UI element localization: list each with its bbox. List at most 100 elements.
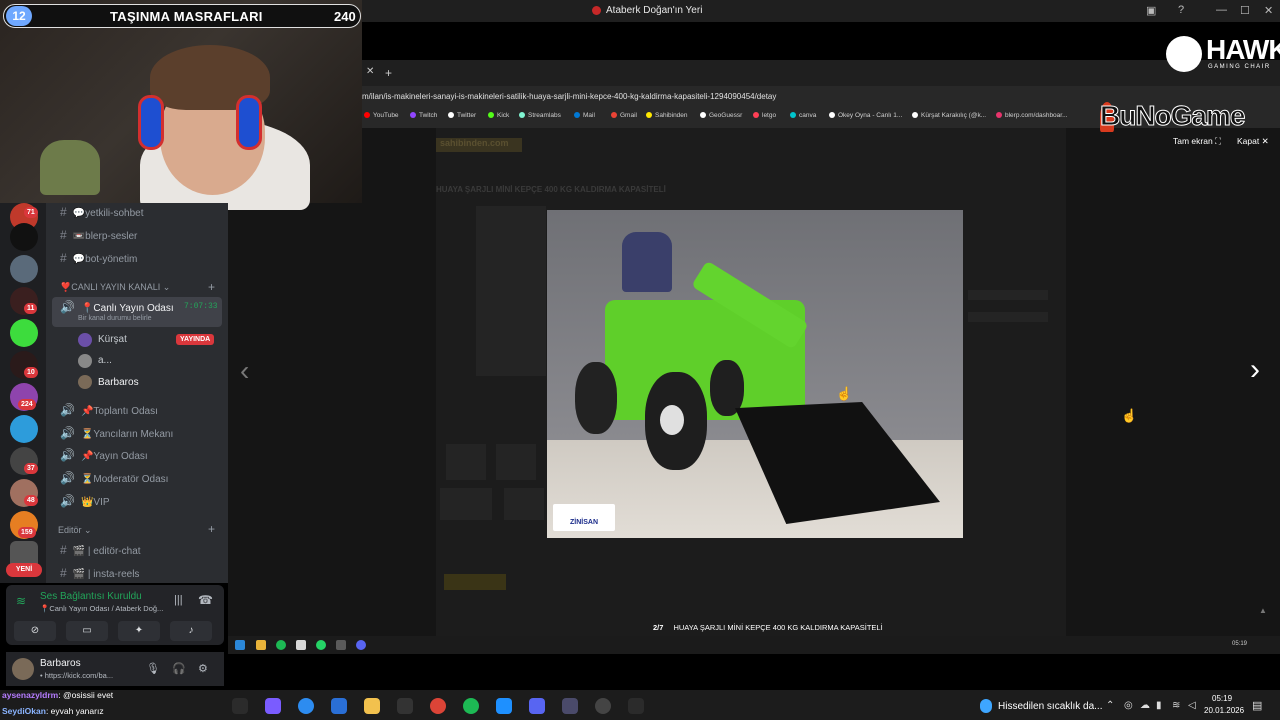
text-channel[interactable]: # 🎬 | insta-reels: [60, 566, 139, 580]
settings-icon[interactable]: [628, 698, 644, 714]
new-badge[interactable]: YENİ: [6, 563, 42, 577]
fullscreen-button[interactable]: Tam ekran ⛶: [1173, 136, 1221, 147]
soundboard-icon[interactable]: ♪: [170, 621, 212, 641]
bookmark-item[interactable]: Twitter: [448, 112, 476, 119]
text-channel[interactable]: # 💬yetkili-sohbet: [60, 205, 144, 219]
bookmark-item[interactable]: Kürşat Karakılıç (@k...: [912, 112, 986, 119]
voice-channel-path[interactable]: 📍Canlı Yayın Odası / Ataberk Doğ...: [40, 604, 163, 613]
bookmark-item[interactable]: GeoGuessr: [700, 112, 742, 119]
help-icon[interactable]: ?: [1178, 4, 1184, 16]
add-channel-icon[interactable]: +: [208, 280, 215, 294]
voice-channel-live[interactable]: 🔊 📍Canlı Yayın Odası: [60, 300, 174, 314]
camera-off-icon[interactable]: ⊘: [14, 621, 56, 641]
voice-status[interactable]: Ses Bağlantısı Kuruldu: [40, 591, 142, 602]
tab-close-icon[interactable]: ✕: [366, 66, 374, 77]
bookmark-item[interactable]: Streamlabs: [519, 112, 561, 119]
bookmark-item[interactable]: Okey Oyna - Canlı 1...: [829, 112, 902, 119]
app-icon[interactable]: [296, 640, 306, 650]
chrome-icon[interactable]: [336, 640, 346, 650]
discord-icon[interactable]: [529, 698, 545, 714]
tray-icon[interactable]: ◎: [1124, 700, 1133, 711]
server-icon[interactable]: [10, 255, 38, 283]
text-channel[interactable]: # 🎬 | editör-chat: [60, 543, 141, 557]
headphones-icon[interactable]: 🎧: [172, 662, 186, 675]
avatar[interactable]: [12, 658, 34, 680]
disconnect-icon[interactable]: ☎: [198, 593, 213, 607]
voice-user[interactable]: Kürşat: [98, 334, 127, 345]
server-icon[interactable]: [10, 223, 38, 251]
clock-time[interactable]: 05:19: [1212, 694, 1232, 703]
bookmark-item[interactable]: YouTube: [364, 112, 399, 119]
lightbox-close-button[interactable]: Kapat ✕: [1237, 136, 1269, 147]
previous-arrow-icon[interactable]: ‹: [240, 355, 249, 387]
windows-icon[interactable]: [235, 640, 245, 650]
close-window-icon[interactable]: ✕: [1264, 4, 1273, 17]
voice-user[interactable]: a...: [98, 355, 112, 366]
microphone-icon[interactable]: 🎙: [146, 662, 160, 675]
signal-icon[interactable]: ≋: [16, 594, 26, 608]
server-icon[interactable]: [10, 415, 38, 443]
settings-gear-icon[interactable]: ⚙: [198, 662, 208, 675]
category-editor[interactable]: Editör ⌄: [58, 525, 92, 536]
thumbnail[interactable]: [504, 488, 544, 520]
task-view-icon[interactable]: [232, 698, 248, 714]
discord-icon[interactable]: [356, 640, 366, 650]
weather-widget[interactable]: Hissedilen sıcaklık da...: [998, 701, 1103, 712]
bookmark-item[interactable]: canva: [790, 112, 816, 119]
minimize-icon[interactable]: —: [1216, 4, 1227, 16]
text-channel[interactable]: # 📼blerp-sesler: [60, 228, 137, 242]
notification-icon[interactable]: ▤: [1252, 699, 1262, 712]
avatar[interactable]: [78, 333, 92, 347]
bookmark-item[interactable]: Sahibinden: [646, 112, 688, 119]
obs-icon[interactable]: [562, 698, 578, 714]
thumbnail[interactable]: [440, 488, 492, 520]
avatar[interactable]: [78, 375, 92, 389]
channel-status-hint[interactable]: Bir kanal durumu belirle: [78, 315, 152, 322]
store-icon[interactable]: [331, 698, 347, 714]
xbox-icon[interactable]: [397, 698, 413, 714]
app-icon[interactable]: [496, 698, 512, 714]
voice-channel[interactable]: 🔊 📌Yayın Odası: [60, 448, 148, 462]
bookmark-item[interactable]: letgo: [753, 112, 776, 119]
bookmark-item[interactable]: blerp.com/dashboar...: [996, 112, 1068, 119]
spotify-icon[interactable]: [276, 640, 286, 650]
bookmark-item[interactable]: Kick: [488, 112, 509, 119]
bookmark-item[interactable]: Gmail: [611, 112, 637, 119]
screen-icon[interactable]: ▣: [1146, 4, 1156, 17]
folder-icon[interactable]: [256, 640, 266, 650]
add-channel-icon[interactable]: +: [208, 522, 215, 536]
noise-suppression-icon[interactable]: |||: [174, 594, 183, 606]
new-tab-button[interactable]: +: [385, 66, 392, 80]
bookmark-item[interactable]: Twitch: [410, 112, 437, 119]
volume-icon[interactable]: ◁: [1188, 700, 1196, 711]
thumbnail[interactable]: [496, 444, 536, 480]
whatsapp-icon[interactable]: [316, 640, 326, 650]
voice-channel[interactable]: 🔊 📌Toplantı Odası: [60, 403, 158, 417]
thumbnail[interactable]: [446, 444, 486, 480]
scroll-up-icon[interactable]: ▲: [1259, 606, 1267, 615]
avatar[interactable]: [78, 354, 92, 368]
category-live[interactable]: ❣️CANLI YAYIN KANALI ⌄: [60, 282, 170, 293]
server-icon[interactable]: [10, 319, 38, 347]
wifi-icon[interactable]: ≋: [1172, 700, 1180, 711]
copilot-icon[interactable]: [265, 698, 281, 714]
bookmark-item[interactable]: Mail: [574, 112, 595, 119]
ghost-button[interactable]: [444, 574, 506, 590]
url-text[interactable]: m/ilan/is-makineleri-sanayi-is-makineler…: [362, 92, 776, 101]
tray-icon[interactable]: ☁: [1140, 700, 1150, 711]
voice-channel[interactable]: 🔊 👑VIP: [60, 494, 110, 508]
tray-expand-icon[interactable]: ⌃: [1106, 700, 1114, 711]
weather-icon[interactable]: [980, 699, 992, 713]
edge-icon[interactable]: [298, 698, 314, 714]
voice-user[interactable]: Barbaros: [98, 377, 139, 388]
maximize-icon[interactable]: ☐: [1240, 4, 1250, 17]
obs-studio-icon[interactable]: [595, 698, 611, 714]
voice-channel[interactable]: 🔊 ⏳Moderatör Odası: [60, 471, 168, 485]
chrome-icon[interactable]: [430, 698, 446, 714]
screen-share-icon[interactable]: ▭: [66, 621, 108, 641]
next-arrow-icon[interactable]: ›: [1250, 353, 1260, 387]
voice-channel[interactable]: 🔊 ⏳Yancıların Mekanı: [60, 426, 173, 440]
text-channel[interactable]: # 💬bot-yönetim: [60, 251, 137, 265]
file-explorer-icon[interactable]: [364, 698, 380, 714]
spotify-icon[interactable]: [463, 698, 479, 714]
